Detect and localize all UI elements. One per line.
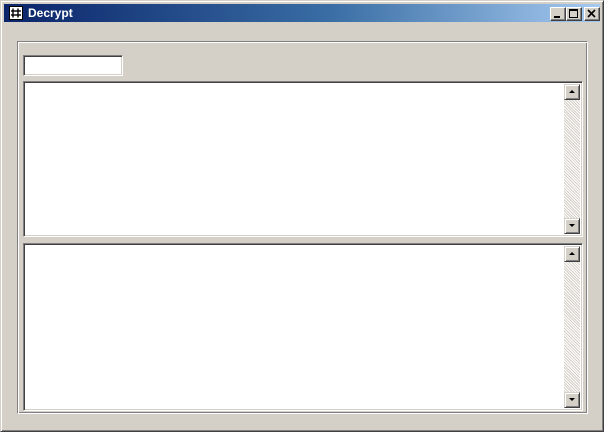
- input-text-area: [23, 81, 583, 237]
- close-button[interactable]: [584, 7, 600, 21]
- output-text-area: [23, 243, 583, 411]
- arrow-up-icon: [569, 252, 575, 255]
- close-icon: [587, 9, 596, 18]
- title-bar[interactable]: Decrypt: [4, 4, 600, 22]
- minimize-icon: [554, 16, 560, 18]
- maximize-icon: [569, 9, 578, 18]
- input-scrollbar[interactable]: [564, 84, 580, 234]
- app-icon[interactable]: [9, 6, 23, 20]
- window-title: Decrypt: [28, 6, 73, 20]
- key-input[interactable]: [23, 55, 123, 76]
- arrow-up-icon: [569, 90, 575, 93]
- scroll-up-button[interactable]: [564, 246, 580, 262]
- minimize-button[interactable]: [550, 7, 566, 21]
- output-scrollbar[interactable]: [564, 246, 580, 408]
- scroll-down-button[interactable]: [564, 392, 580, 408]
- scroll-down-button[interactable]: [564, 218, 580, 234]
- decrypt-window: Decrypt: [0, 0, 604, 432]
- output-textarea[interactable]: [26, 246, 562, 408]
- scroll-up-button[interactable]: [564, 84, 580, 100]
- input-textarea[interactable]: [26, 84, 562, 234]
- arrow-down-icon: [569, 224, 575, 227]
- maximize-button[interactable]: [566, 7, 582, 21]
- arrow-down-icon: [569, 398, 575, 401]
